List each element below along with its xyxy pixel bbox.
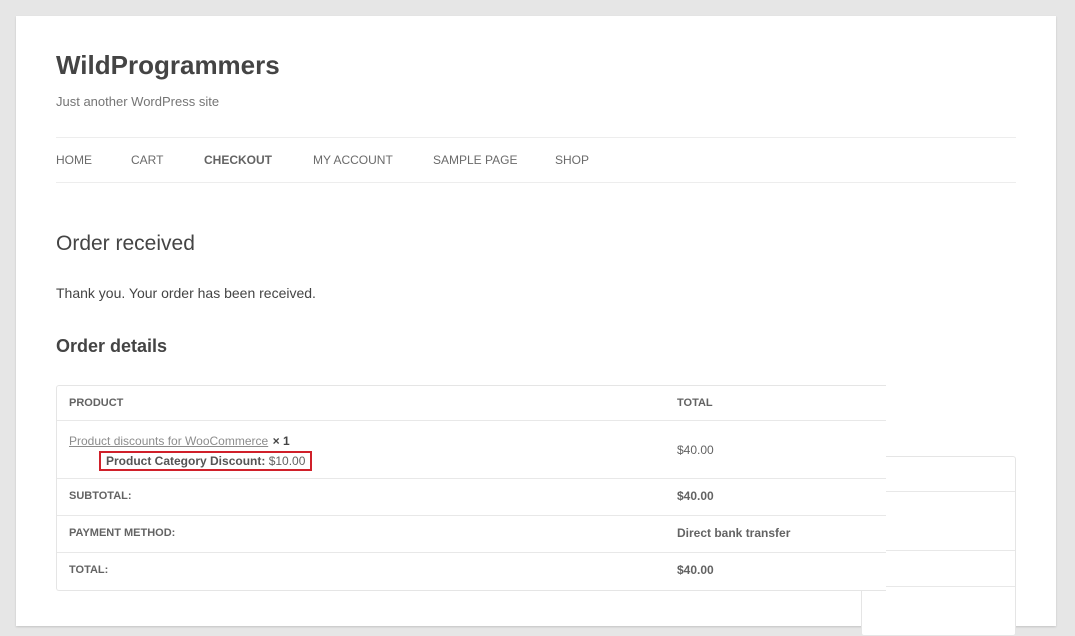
main-navigation: HOME CART CHECKOUT MY ACCOUNT SAMPLE PAG… bbox=[56, 137, 1016, 183]
discount-value: $10.00 bbox=[268, 454, 306, 468]
table-row: Product discounts for WooCommerce × 1 Pr… bbox=[57, 421, 886, 479]
subtotal-label: SUBTOTAL: bbox=[69, 490, 132, 502]
page-title: Order received bbox=[56, 232, 195, 255]
nav-item-home[interactable]: HOME bbox=[56, 153, 92, 167]
column-header-total: TOTAL bbox=[677, 397, 713, 409]
nav-item-checkout[interactable]: CHECKOUT bbox=[204, 153, 272, 167]
nav-item-my-account[interactable]: MY ACCOUNT bbox=[313, 153, 393, 167]
order-details-table: PRODUCT TOTAL Product discounts for WooC… bbox=[56, 385, 886, 591]
thank-you-message: Thank you. Your order has been received. bbox=[56, 285, 316, 301]
table-row: SUBTOTAL: $40.00 bbox=[57, 479, 886, 516]
site-description: Just another WordPress site bbox=[56, 94, 220, 109]
total-label: TOTAL: bbox=[69, 564, 109, 576]
order-details-heading: Order details bbox=[56, 336, 168, 356]
product-quantity: × 1 bbox=[272, 434, 290, 448]
product-category-discount: Product Category Discount: $10.00 bbox=[99, 451, 313, 471]
product-link[interactable]: Product discounts for WooCommerce bbox=[69, 434, 268, 448]
nav-item-cart[interactable]: CART bbox=[131, 153, 163, 167]
column-header-product: PRODUCT bbox=[69, 397, 124, 409]
site-title[interactable]: WildProgrammers bbox=[56, 50, 280, 81]
payment-method-value: Direct bank transfer bbox=[677, 526, 791, 540]
table-header-row: PRODUCT TOTAL bbox=[57, 386, 886, 421]
subtotal-value: $40.00 bbox=[677, 489, 714, 503]
product-total: $40.00 bbox=[677, 443, 714, 457]
payment-method-label: PAYMENT METHOD: bbox=[69, 527, 176, 539]
discount-label: Product Category Discount: bbox=[106, 454, 266, 468]
total-value: $40.00 bbox=[677, 563, 714, 577]
nav-item-sample-page[interactable]: SAMPLE PAGE bbox=[433, 153, 517, 167]
product-cell: Product discounts for WooCommerce × 1 bbox=[69, 432, 290, 450]
page-container: WildProgrammers Just another WordPress s… bbox=[16, 16, 1056, 636]
table-row: PAYMENT METHOD: Direct bank transfer bbox=[57, 516, 886, 553]
table-row: TOTAL: $40.00 bbox=[57, 553, 886, 590]
nav-item-shop[interactable]: SHOP bbox=[555, 153, 589, 167]
